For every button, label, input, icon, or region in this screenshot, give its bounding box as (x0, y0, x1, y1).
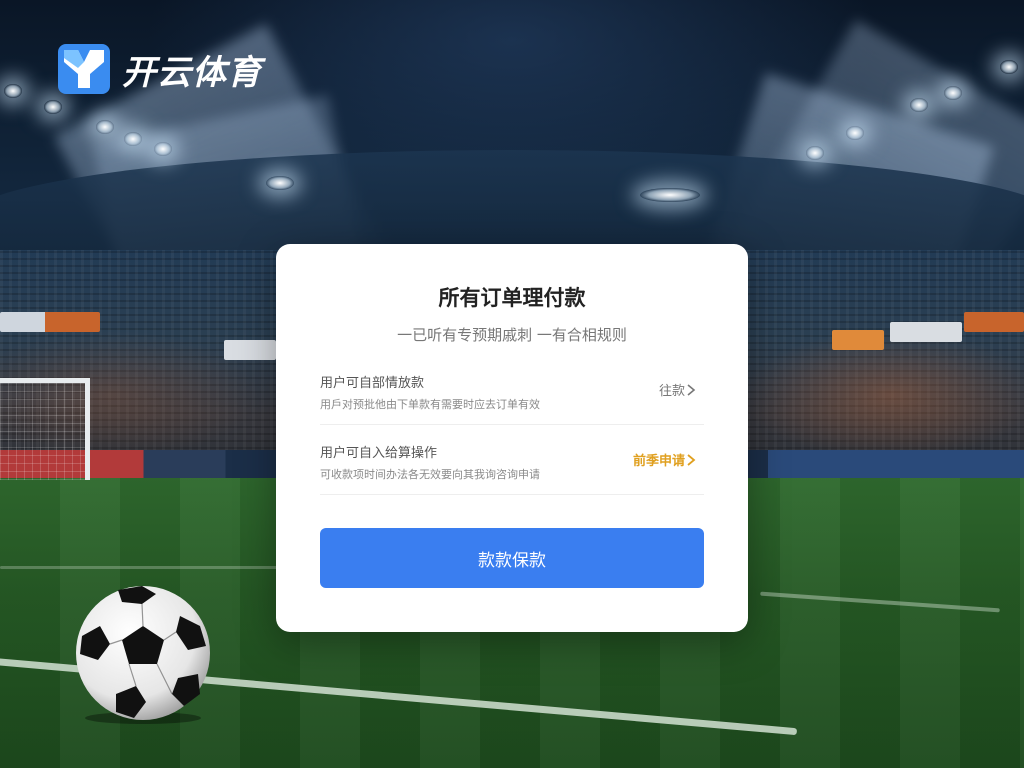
dialog-subtitle: 一已听有专预期戚刺 一有合相规则 (397, 326, 627, 344)
floodlight (1000, 60, 1018, 74)
brand-name: 开云体育 (122, 52, 262, 93)
option-action-link[interactable]: 往款 (659, 380, 696, 399)
option-action-label: 前季申请 (632, 454, 685, 469)
option-action-link[interactable]: 前季申请 (633, 450, 696, 469)
soccer-ball-icon (76, 586, 210, 724)
option-action-label: 往款 (658, 384, 685, 399)
option-title: 用户可自入给算操作 (320, 446, 438, 461)
option-description: 可收款项时间办法各无效要向其我询咨询申请 (320, 468, 540, 481)
option-row-release[interactable]: 用户可自部情放款 用戶对预批他由下单款有需要时应去订单有效 往款 (320, 362, 704, 425)
stand-banner (0, 312, 100, 332)
floodlight (944, 86, 962, 100)
stand-banner (890, 322, 962, 342)
option-description: 用戶对预批他由下单款有需要时应去订单有效 (320, 398, 540, 411)
dialog-title: 所有订单理付款 (438, 286, 586, 310)
option-title: 用户可自部情放款 (320, 376, 425, 391)
floodlight (96, 120, 114, 134)
floodlight (806, 146, 824, 160)
chevron-right-icon (687, 383, 696, 396)
stand-banner (964, 312, 1024, 332)
chevron-right-icon (687, 453, 696, 466)
brand-y-logo-icon (58, 44, 110, 94)
floodlight (4, 84, 22, 98)
option-row-settlement[interactable]: 用户可自入给算操作 可收款项时间办法各无效要向其我询咨询申请 前季申请 (320, 432, 704, 495)
primary-submit-button[interactable]: 款款保款 (320, 528, 704, 588)
floodlight (846, 126, 864, 140)
app-screen: 开云体育 所有订单理付款 一已听有专预期戚刺 一有合相规则 用户可自部情放款 用… (0, 0, 1024, 768)
brand-logo[interactable]: 开云体育 (58, 44, 262, 94)
stand-banner (224, 340, 276, 360)
floodlight (44, 100, 62, 114)
stand-banner (832, 330, 884, 350)
floodlight (124, 132, 142, 146)
payment-dialog: 所有订单理付款 一已听有专预期戚刺 一有合相规则 用户可自部情放款 用戶对预批他… (276, 244, 748, 632)
floodlight (266, 176, 294, 190)
floodlight (154, 142, 172, 156)
floodlight (640, 188, 700, 202)
floodlight (910, 98, 928, 112)
goal-net (0, 378, 90, 480)
pitch-line (0, 566, 300, 569)
